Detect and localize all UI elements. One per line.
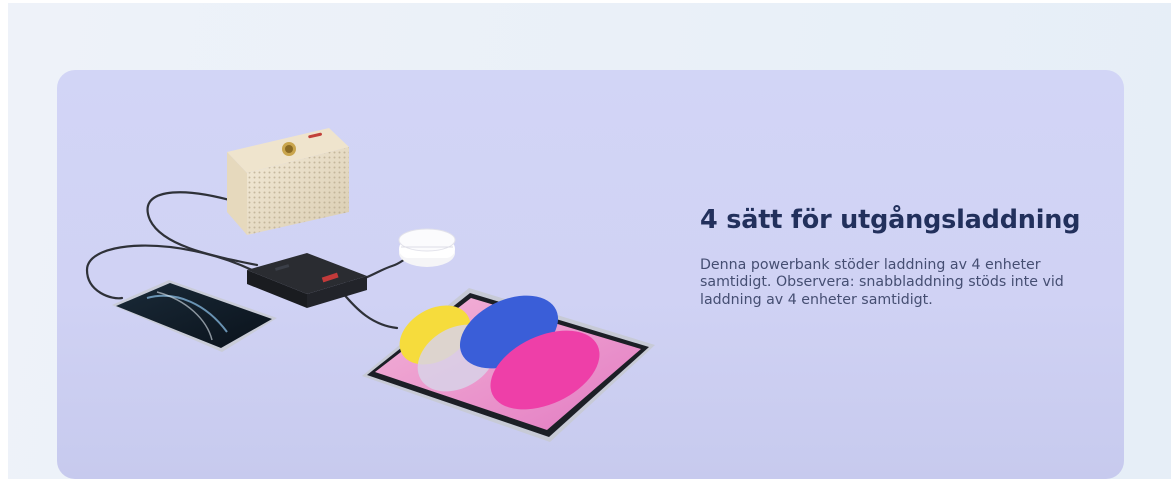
speaker-icon (227, 128, 349, 235)
tablet-icon (362, 288, 655, 442)
feature-headline: 4 sätt för utgångsladdning (700, 205, 1081, 235)
feature-description: Denna powerbank stöder laddning av 4 enh… (700, 257, 1064, 308)
charging-illustration (85, 128, 655, 442)
product-feature-page: 4 sätt för utgångsladdning Denna powerba… (8, 3, 1171, 479)
earbuds-case-icon (398, 228, 456, 267)
smartphone-icon (112, 280, 277, 352)
feature-text: 4 sätt för utgångsladdning Denna powerba… (700, 203, 1090, 309)
feature-card: 4 sätt för utgångsladdning Denna powerba… (57, 70, 1124, 479)
